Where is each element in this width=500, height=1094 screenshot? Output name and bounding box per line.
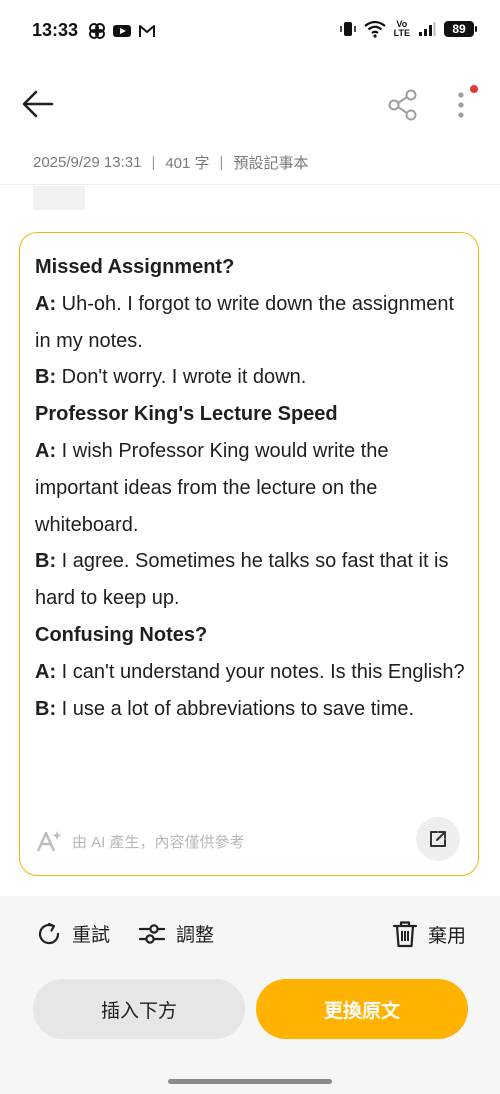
dialogue-text: Uh-oh. I forgot to write down the assign… <box>35 292 455 352</box>
replace-original-button[interactable]: 更換原文 <box>256 979 468 1039</box>
top-toolbar <box>0 74 500 134</box>
meta-separator: | <box>151 154 156 171</box>
dialogue-text: I wish Professor King would write the im… <box>35 439 389 536</box>
signal-icon <box>419 22 436 36</box>
dialogue-line: B: I use a lot of abbreviations to save … <box>35 691 465 728</box>
sliders-icon <box>138 923 166 944</box>
dialogue-line: A: I wish Professor King would write the… <box>35 433 465 543</box>
trash-icon <box>392 921 418 948</box>
refresh-icon <box>38 922 60 944</box>
insert-below-button[interactable]: 插入下方 <box>33 979 245 1039</box>
note-content-placeholder <box>33 186 85 210</box>
speaker-label: A: <box>35 660 57 683</box>
retry-label: 重試 <box>72 925 111 946</box>
dialogue-line: B: I agree. Sometimes he talks so fast t… <box>35 543 465 617</box>
ai-sparkle-icon <box>36 831 62 852</box>
dialogue-text: I use a lot of abbreviations to save tim… <box>56 697 415 720</box>
adjust-label: 調整 <box>176 925 215 946</box>
speaker-label: B: <box>35 697 57 720</box>
section-heading: Professor King's Lecture Speed <box>35 403 338 426</box>
section-heading: Confusing Notes? <box>35 623 208 646</box>
share-icon[interactable] <box>386 88 420 122</box>
wifi-icon <box>363 20 386 38</box>
disclaimer-text: 由 AI 產生，內容僅供參考 <box>72 833 245 851</box>
retry-button[interactable]: 重試 <box>36 920 110 947</box>
dialogue-text: Don't worry. I wrote it down. <box>56 366 307 389</box>
open-external-button[interactable] <box>416 817 460 861</box>
note-meta: 2025/9/29 13:31 | 401 字 | 預設記事本 <box>33 152 308 173</box>
note-datetime: 2025/9/29 13:31 <box>33 154 142 171</box>
dialogue-line: B: Don't worry. I wrote it down. <box>35 359 465 396</box>
ai-disclaimer: 由 AI 產生，內容僅供參考 <box>36 829 245 853</box>
divider <box>0 184 500 185</box>
note-notebook: 預設記事本 <box>233 155 309 172</box>
gmail-icon <box>139 25 155 37</box>
section-heading: Missed Assignment? <box>35 256 235 278</box>
status-system-icons: Vo LTE 89 <box>339 20 477 38</box>
dialogue-line: A: Uh-oh. I forgot to write down the ass… <box>35 286 465 360</box>
ai-result-text: Missed Assignment? A: Uh-oh. I forgot to … <box>35 249 465 727</box>
speaker-label: A: <box>35 439 57 462</box>
status-time: 13:33 <box>32 20 79 40</box>
ai-result-card: Missed Assignment? A: Uh-oh. I forgot to … <box>19 232 479 876</box>
discard-button[interactable]: 棄用 <box>392 920 466 948</box>
discard-label: 棄用 <box>428 925 467 947</box>
volte-bottom: LTE <box>393 28 410 38</box>
vibrate-icon <box>339 22 356 36</box>
home-indicator[interactable] <box>168 1079 332 1084</box>
dialogue-text: I agree. Sometimes he talks so fast that… <box>35 550 449 610</box>
status-app-icons <box>88 22 156 40</box>
bottom-action-panel: 重試 調整 棄用 插入下方 更換原文 <box>0 896 500 1094</box>
speaker-label: B: <box>35 366 57 389</box>
youtube-icon <box>113 25 131 37</box>
pinwheel-icon <box>89 23 105 39</box>
notification-dot <box>470 85 478 93</box>
note-char-count: 401 字 <box>165 155 210 172</box>
speaker-label: A: <box>35 292 57 315</box>
adjust-button[interactable]: 調整 <box>138 920 214 947</box>
dialogue-text: I can't understand your notes. Is this E… <box>56 660 465 683</box>
open-external-icon <box>430 831 446 847</box>
arrow-left-icon[interactable] <box>20 86 56 122</box>
dialogue-line: A: I can't understand your notes. Is thi… <box>35 654 465 691</box>
meta-separator: | <box>219 154 224 171</box>
battery-icon: 89 <box>444 21 477 37</box>
volte-icon: Vo LTE <box>394 20 410 38</box>
speaker-label: B: <box>35 550 57 573</box>
status-bar: 13:33 Vo LTE 89 <box>0 0 500 62</box>
